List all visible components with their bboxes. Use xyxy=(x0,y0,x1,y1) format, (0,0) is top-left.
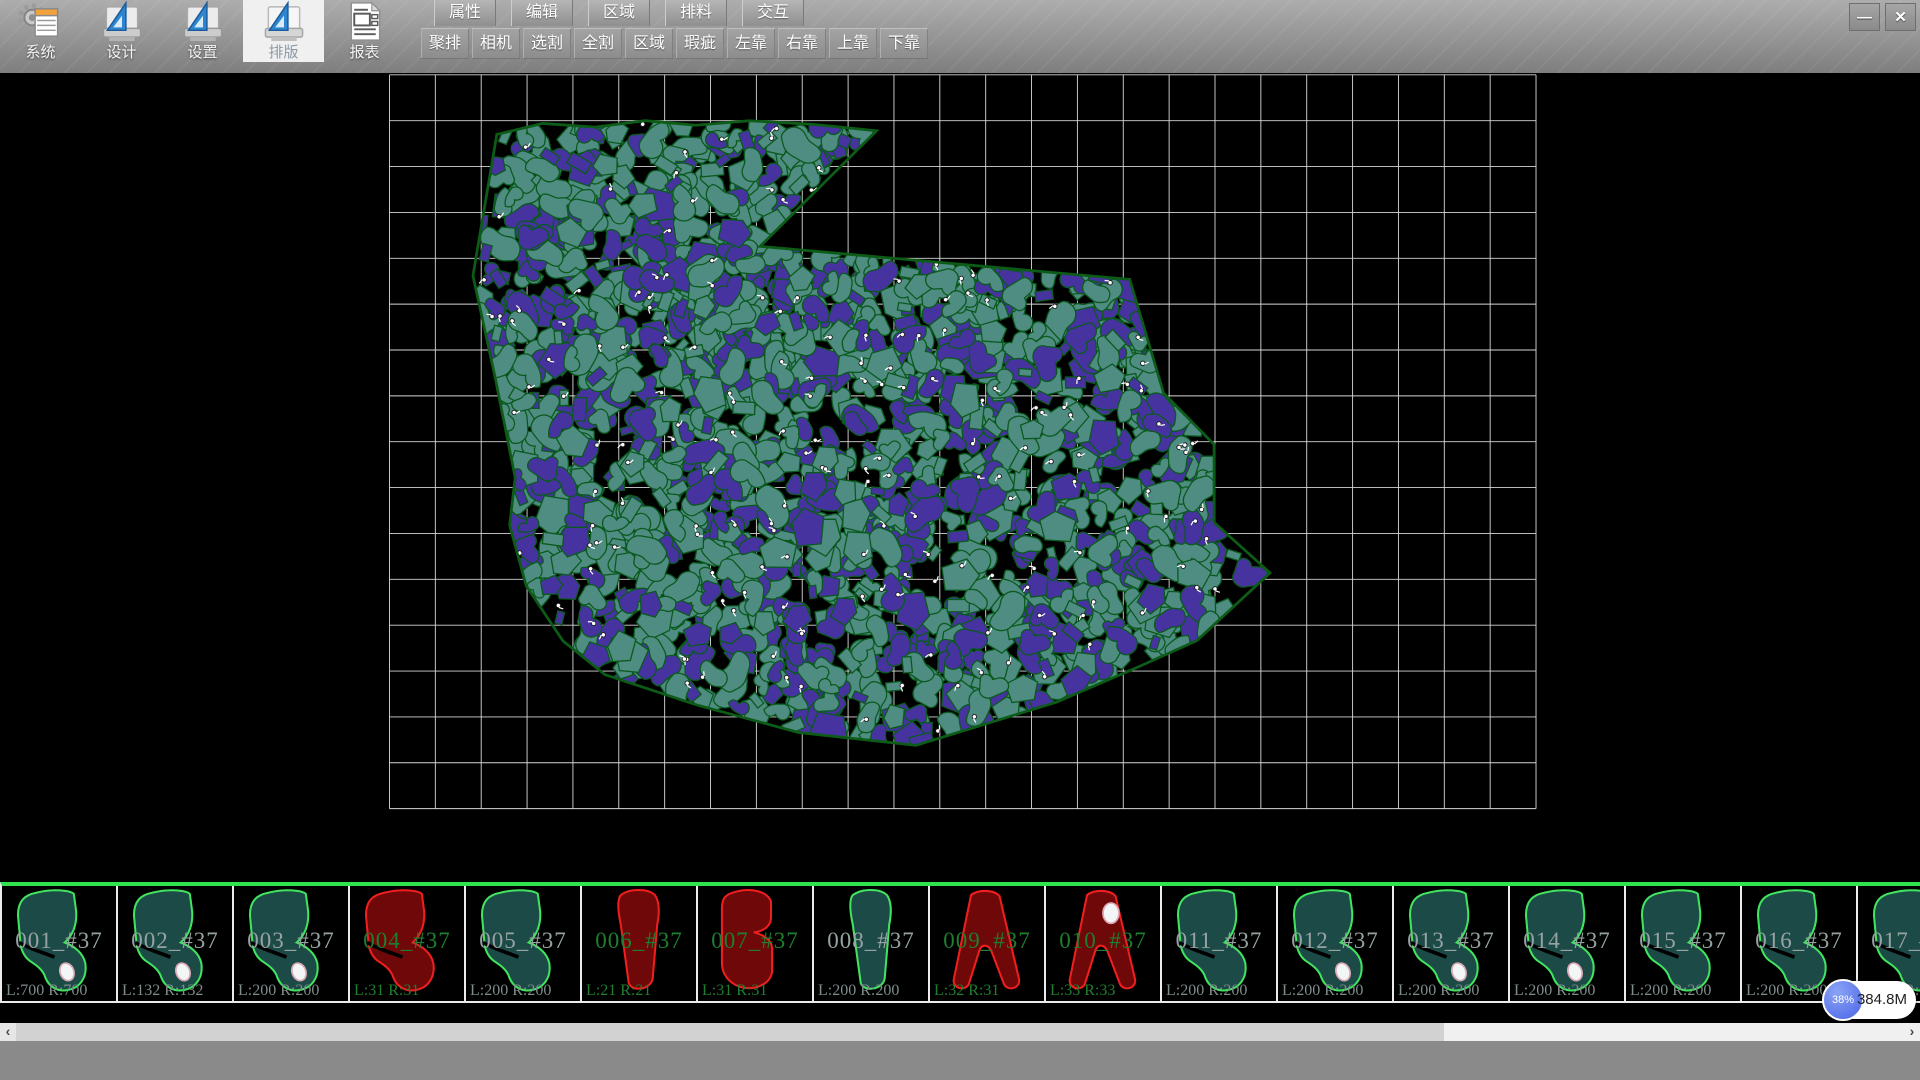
thumbnail-label: 015_#37 xyxy=(1626,928,1740,954)
tab-properties[interactable]: 属性 xyxy=(434,0,496,26)
tool-defect[interactable]: 瑕疵 xyxy=(676,28,724,59)
thumbnail-label: 005_#37 xyxy=(466,928,580,954)
thumbnail-label: 014_#37 xyxy=(1510,928,1624,954)
design-button[interactable]: 设计 xyxy=(81,0,162,62)
tool-button-bar: 聚排 相机 选割 全割 区域 瑕疵 左靠 右靠 上靠 下靠 xyxy=(421,28,931,59)
settings-button-label: 设置 xyxy=(187,41,217,62)
thumbnail-lr-count: L:21 R:21 xyxy=(586,982,651,1000)
piece-thumbnail[interactable]: 001_#37 L:700 R:700 xyxy=(2,886,118,1001)
title-toolbar: 系统 设计 设置 xyxy=(0,0,1920,73)
thumbnail-label: 012_#37 xyxy=(1278,928,1392,954)
thumbnail-lr-count: L:32 R:31 xyxy=(934,982,999,1000)
piece-thumbnail[interactable]: 013_#37 L:200 R:200 xyxy=(1394,886,1510,1001)
piece-thumbnail[interactable]: 009_#37 L:32 R:31 xyxy=(930,886,1046,1001)
thumbnail-lr-count: L:200 R:200 xyxy=(470,982,551,1000)
piece-thumbnail[interactable]: 004_#37 L:31 R:31 xyxy=(350,886,466,1001)
thumbnail-lr-count: L:200 R:200 xyxy=(1630,982,1711,1000)
tool-align-right[interactable]: 右靠 xyxy=(778,28,826,59)
tool-align-left[interactable]: 左靠 xyxy=(727,28,775,59)
tool-align-top[interactable]: 上靠 xyxy=(829,28,877,59)
piece-thumbnail[interactable]: 011_#37 L:200 R:200 xyxy=(1162,886,1278,1001)
thumbnail-label: 013_#37 xyxy=(1394,928,1508,954)
nesting-button[interactable]: 排版 xyxy=(243,0,324,62)
piece-thumbnail-strip: 001_#37 L:700 R:700 002_#37 L:132 R:132 … xyxy=(0,882,1920,1003)
system-button-label: 系统 xyxy=(25,41,55,62)
close-button[interactable]: ✕ xyxy=(1885,3,1916,31)
system-button[interactable]: 系统 xyxy=(0,0,81,62)
thumbnail-label: 004_#37 xyxy=(350,928,464,954)
main-button-bar: 系统 设计 设置 xyxy=(0,0,405,62)
thumbnail-lr-count: L:200 R:200 xyxy=(818,982,899,1000)
thumbnail-lr-count: L:33 R:33 xyxy=(1050,982,1115,1000)
thumbnail-lr-count: L:200 R:200 xyxy=(1746,982,1827,1000)
scrollbar-thumb[interactable] xyxy=(16,1023,1444,1041)
tab-nesting[interactable]: 排料 xyxy=(665,0,727,26)
menu-tab-bar: 属性 编辑 区域 排料 交互 xyxy=(434,0,819,26)
thumbnail-lr-count: L:200 R:200 xyxy=(238,982,319,1000)
design-button-label: 设计 xyxy=(106,41,136,62)
tool-align-bottom[interactable]: 下靠 xyxy=(880,28,928,59)
thumbnail-lr-count: L:200 R:200 xyxy=(1398,982,1479,1000)
tool-cut-all[interactable]: 全割 xyxy=(574,28,622,59)
tool-camera[interactable]: 相机 xyxy=(472,28,520,59)
report-button[interactable]: 报表 xyxy=(324,0,405,62)
piece-thumbnail[interactable]: 010_#37 L:33 R:33 xyxy=(1046,886,1162,1001)
tool-cluster-nest[interactable]: 聚排 xyxy=(421,28,469,59)
memory-widget[interactable]: 38% 384.8M xyxy=(1826,981,1916,1019)
memory-value: 384.8M xyxy=(1857,981,1907,1019)
piece-thumbnail[interactable]: 012_#37 L:200 R:200 xyxy=(1278,886,1394,1001)
piece-thumbnail[interactable]: 014_#37 L:200 R:200 xyxy=(1510,886,1626,1001)
ruler-icon xyxy=(261,0,307,43)
thumbnail-label: 011_#37 xyxy=(1162,928,1276,954)
ruler-icon xyxy=(99,0,145,43)
piece-thumbnail[interactable]: 015_#37 L:200 R:200 xyxy=(1626,886,1742,1001)
tab-region[interactable]: 区域 xyxy=(588,0,650,26)
piece-thumbnail[interactable]: 006_#37 L:21 R:21 xyxy=(582,886,698,1001)
thumbnail-label: 003_#37 xyxy=(234,928,348,954)
piece-thumbnail[interactable]: 002_#37 L:132 R:132 xyxy=(118,886,234,1001)
thumbnail-lr-count: L:700 R:700 xyxy=(6,982,87,1000)
thumbnail-lr-count: L:132 R:132 xyxy=(122,982,203,1000)
thumbnail-label: 002_#37 xyxy=(118,928,232,954)
thumbnail-lr-count: L:200 R:200 xyxy=(1514,982,1595,1000)
nesting-button-label: 排版 xyxy=(268,41,298,62)
nesting-canvas[interactable] xyxy=(0,73,1920,882)
bottom-frame-band xyxy=(0,1041,1920,1080)
thumbnail-label: 016_#37 xyxy=(1742,928,1856,954)
thumbnail-label: 001_#37 xyxy=(2,928,116,954)
piece-thumbnail[interactable]: 008_#37 L:200 R:200 xyxy=(814,886,930,1001)
thumbnail-label: 007_#37 xyxy=(698,928,812,954)
thumbnail-label: 017_#37 xyxy=(1858,928,1920,954)
thumbnail-label: 009_#37 xyxy=(930,928,1044,954)
h-scrollbar[interactable]: ‹ › xyxy=(0,1023,1920,1041)
ruler-icon xyxy=(180,0,226,43)
minimize-button[interactable]: — xyxy=(1849,3,1880,31)
thumbnail-label: 010_#37 xyxy=(1046,928,1160,954)
tab-interact[interactable]: 交互 xyxy=(742,0,804,26)
piece-thumbnail[interactable]: 005_#37 L:200 R:200 xyxy=(466,886,582,1001)
nesting-canvas-svg[interactable] xyxy=(0,73,1920,882)
report-button-label: 报表 xyxy=(349,41,379,62)
thumbnail-lr-count: L:200 R:200 xyxy=(1282,982,1363,1000)
thumbnail-lr-count: L:200 R:200 xyxy=(1166,982,1247,1000)
scroll-right-button[interactable]: › xyxy=(1904,1023,1920,1041)
piece-thumbnail[interactable]: 003_#37 L:200 R:200 xyxy=(234,886,350,1001)
thumbnail-lr-count: L:31 R:31 xyxy=(702,982,767,1000)
report-icon xyxy=(342,0,388,43)
thumbnail-lr-count: L:31 R:31 xyxy=(354,982,419,1000)
tab-edit[interactable]: 编辑 xyxy=(511,0,573,26)
window-controls: — ✕ xyxy=(1849,3,1916,31)
piece-thumbnail[interactable]: 007_#37 L:31 R:31 xyxy=(698,886,814,1001)
tool-select-cut[interactable]: 选割 xyxy=(523,28,571,59)
settings-button[interactable]: 设置 xyxy=(162,0,243,62)
system-icon xyxy=(18,0,64,43)
thumbnail-label: 006_#37 xyxy=(582,928,696,954)
tool-region[interactable]: 区域 xyxy=(625,28,673,59)
thumbnail-label: 008_#37 xyxy=(814,928,928,954)
scroll-left-button[interactable]: ‹ xyxy=(0,1023,16,1041)
